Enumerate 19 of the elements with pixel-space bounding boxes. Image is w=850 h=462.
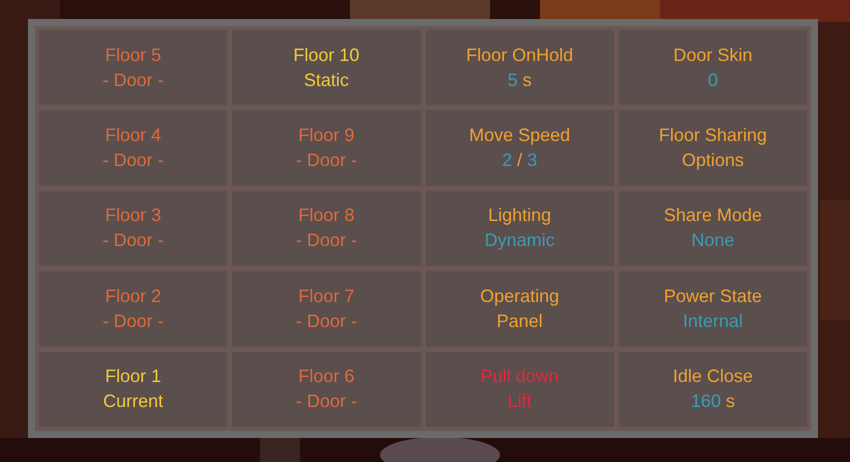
menu-button[interactable]: Floor 7 - Door - — [232, 271, 420, 347]
menu-button[interactable]: Idle Close 160 s — [618, 352, 807, 427]
menu-button[interactable]: Power State Internal — [618, 271, 807, 347]
menu-button[interactable]: Floor 2 - Door - — [39, 271, 228, 347]
menu-button[interactable]: Floor 5 - Door - — [39, 30, 228, 106]
menu-button[interactable]: Floor 4 - Door - — [39, 110, 228, 186]
menu-button[interactable]: Floor 6 - Door - — [232, 352, 420, 427]
menu-button[interactable]: Share Mode None — [618, 190, 807, 266]
menu-button[interactable]: Floor 9 - Door - — [232, 110, 420, 186]
menu-button[interactable]: Move Speed 2 / 3 — [426, 110, 614, 186]
menu-button[interactable]: Floor 8 - Door - — [232, 190, 420, 266]
menu-button[interactable]: Lighting Dynamic — [426, 190, 614, 266]
menu-button[interactable]: Floor 10 Static — [232, 30, 420, 106]
menu-button[interactable]: Door Skin 0 — [618, 30, 807, 106]
menu-button[interactable]: Floor 1 Current — [39, 352, 228, 427]
menu-button[interactable]: Floor OnHold 5 s — [426, 30, 614, 106]
menu-button[interactable]: Operating Panel — [426, 271, 614, 347]
menu-button[interactable]: Floor Sharing Options — [618, 110, 807, 186]
menu-button[interactable]: Floor 3 - Door - — [39, 190, 228, 266]
